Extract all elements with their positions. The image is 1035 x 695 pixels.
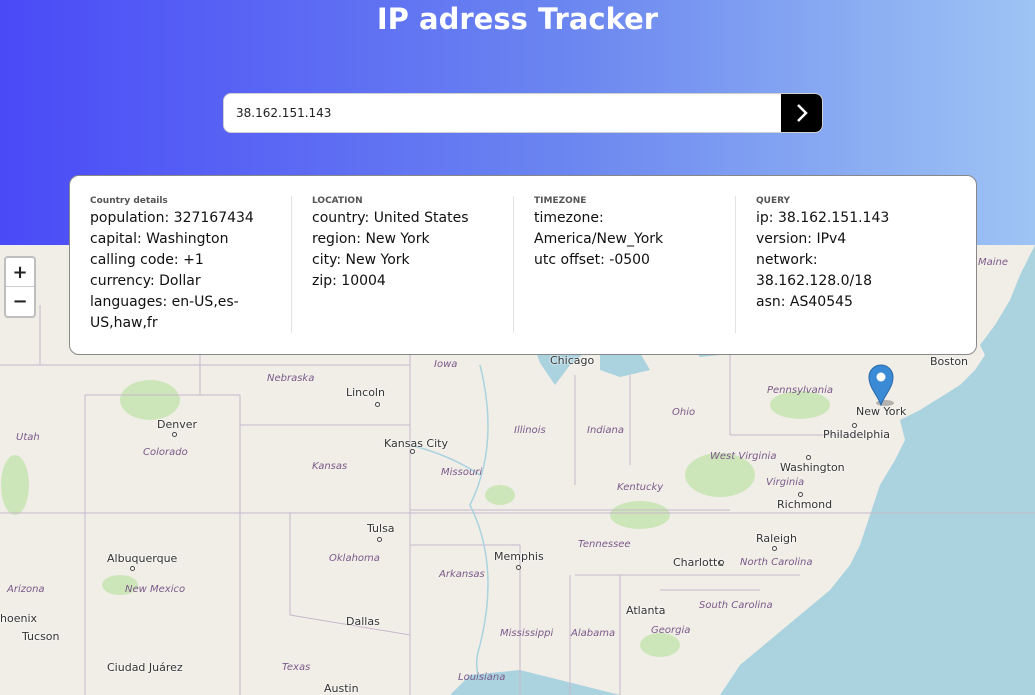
section-heading: Country details [90, 196, 168, 206]
ip-info-card: Country details population: 327167434 ca… [69, 175, 977, 355]
population-text: population: 327167434 [90, 210, 254, 226]
state-label: Alabama [571, 628, 616, 639]
state-label: Pennsylvania [767, 385, 834, 396]
city-label: Boston [930, 355, 969, 368]
city-label: Charlotte [673, 556, 725, 569]
city-dot [375, 402, 380, 407]
city-label: Chicago [550, 354, 595, 367]
city-label: Dallas [346, 615, 380, 628]
region-text: region: New York [312, 231, 430, 247]
state-label: Indiana [587, 425, 625, 436]
state-label: North Carolina [740, 557, 813, 568]
network-text: network: 38.162.128.0/18 [756, 252, 873, 289]
timezone-section: TIMEZONE timezone: America/New_York utc … [514, 196, 736, 333]
timezone-text: timezone: America/New_York [534, 210, 664, 247]
version-text: version: IPv4 [756, 231, 847, 247]
state-label: Kansas [312, 461, 348, 472]
country-text: country: United States [312, 210, 469, 226]
city-label: hoenix [0, 612, 38, 625]
city-label: Atlanta [626, 604, 666, 617]
zip-text: zip: 10004 [312, 273, 386, 289]
city-label: Kansas City [384, 437, 448, 450]
city-dot [377, 537, 382, 542]
city-label: Austin [324, 682, 359, 695]
search-bar [223, 93, 823, 133]
city-dot [798, 492, 803, 497]
state-label: Iowa [434, 359, 458, 370]
section-heading: LOCATION [312, 196, 363, 206]
state-label: Missouri [441, 467, 483, 478]
city-label: Philadelphia [823, 428, 891, 441]
city-dot [806, 455, 811, 460]
capital-text: capital: Washington [90, 231, 229, 247]
state-label: New Mexico [125, 584, 186, 595]
city-dot [719, 560, 724, 565]
section-heading: TIMEZONE [534, 196, 587, 206]
state-label: Utah [16, 432, 40, 443]
location-section: LOCATION country: United States region: … [292, 196, 514, 333]
state-label: Virginia [766, 477, 805, 488]
state-label: West Virginia [710, 451, 777, 462]
state-label: Tennessee [578, 539, 631, 550]
city-label: Tulsa [367, 522, 395, 535]
chevron-right-icon [796, 104, 808, 122]
page-title: IP adress Tracker [376, 2, 659, 36]
query-section: QUERY ip: 38.162.151.143 version: IPv4 n… [736, 196, 958, 333]
city-label: Lincoln [346, 386, 385, 399]
city-label: Albuquerque [107, 552, 178, 565]
location-pin-icon[interactable] [868, 364, 894, 406]
currency-text: currency: Dollar [90, 273, 201, 289]
zoom-control: + − [4, 256, 36, 318]
city-dot [772, 546, 777, 551]
asn-text: asn: AS40545 [756, 294, 853, 310]
city-label: Memphis [494, 550, 544, 563]
search-submit-button[interactable] [781, 94, 822, 132]
city-label: Raleigh [756, 532, 797, 545]
state-label: Nebraska [267, 373, 315, 384]
city-label: New York [856, 405, 907, 418]
state-label: Kentucky [617, 482, 664, 493]
city-dot [410, 449, 415, 454]
city-label: Denver [157, 418, 198, 431]
ip-search-input[interactable] [224, 94, 784, 132]
country-details-section: Country details population: 327167434 ca… [70, 196, 292, 333]
utc-offset-text: utc offset: -0500 [534, 252, 650, 268]
zoom-in-button[interactable]: + [6, 258, 34, 287]
state-label: Maine [978, 257, 1009, 268]
city-dot [852, 423, 857, 428]
city-dot [172, 432, 177, 437]
languages-text: languages: en-US,es-US,haw,fr [90, 294, 239, 331]
state-label: Arizona [7, 584, 45, 595]
ip-text: ip: 38.162.151.143 [756, 210, 890, 226]
zoom-out-button[interactable]: − [6, 287, 34, 316]
city-label: Tucson [22, 630, 60, 643]
section-heading: QUERY [756, 196, 791, 206]
city-dot [130, 566, 135, 571]
state-label: South Carolina [699, 600, 773, 611]
state-label: Arkansas [439, 569, 485, 580]
state-label: Colorado [143, 447, 188, 458]
state-label: Illinois [514, 425, 546, 436]
state-label: Texas [282, 662, 311, 673]
calling-code-text: calling code: +1 [90, 252, 204, 268]
state-label: Oklahoma [329, 553, 380, 564]
city-label: Washington [780, 461, 845, 474]
state-label: Mississippi [500, 628, 554, 639]
city-label: Richmond [777, 498, 833, 511]
state-label: Georgia [651, 625, 691, 636]
state-label: Ohio [672, 407, 696, 418]
state-label: Louisiana [458, 672, 506, 683]
city-dot [516, 565, 521, 570]
city-label: Ciudad Juárez [107, 661, 183, 674]
city-text: city: New York [312, 252, 410, 268]
